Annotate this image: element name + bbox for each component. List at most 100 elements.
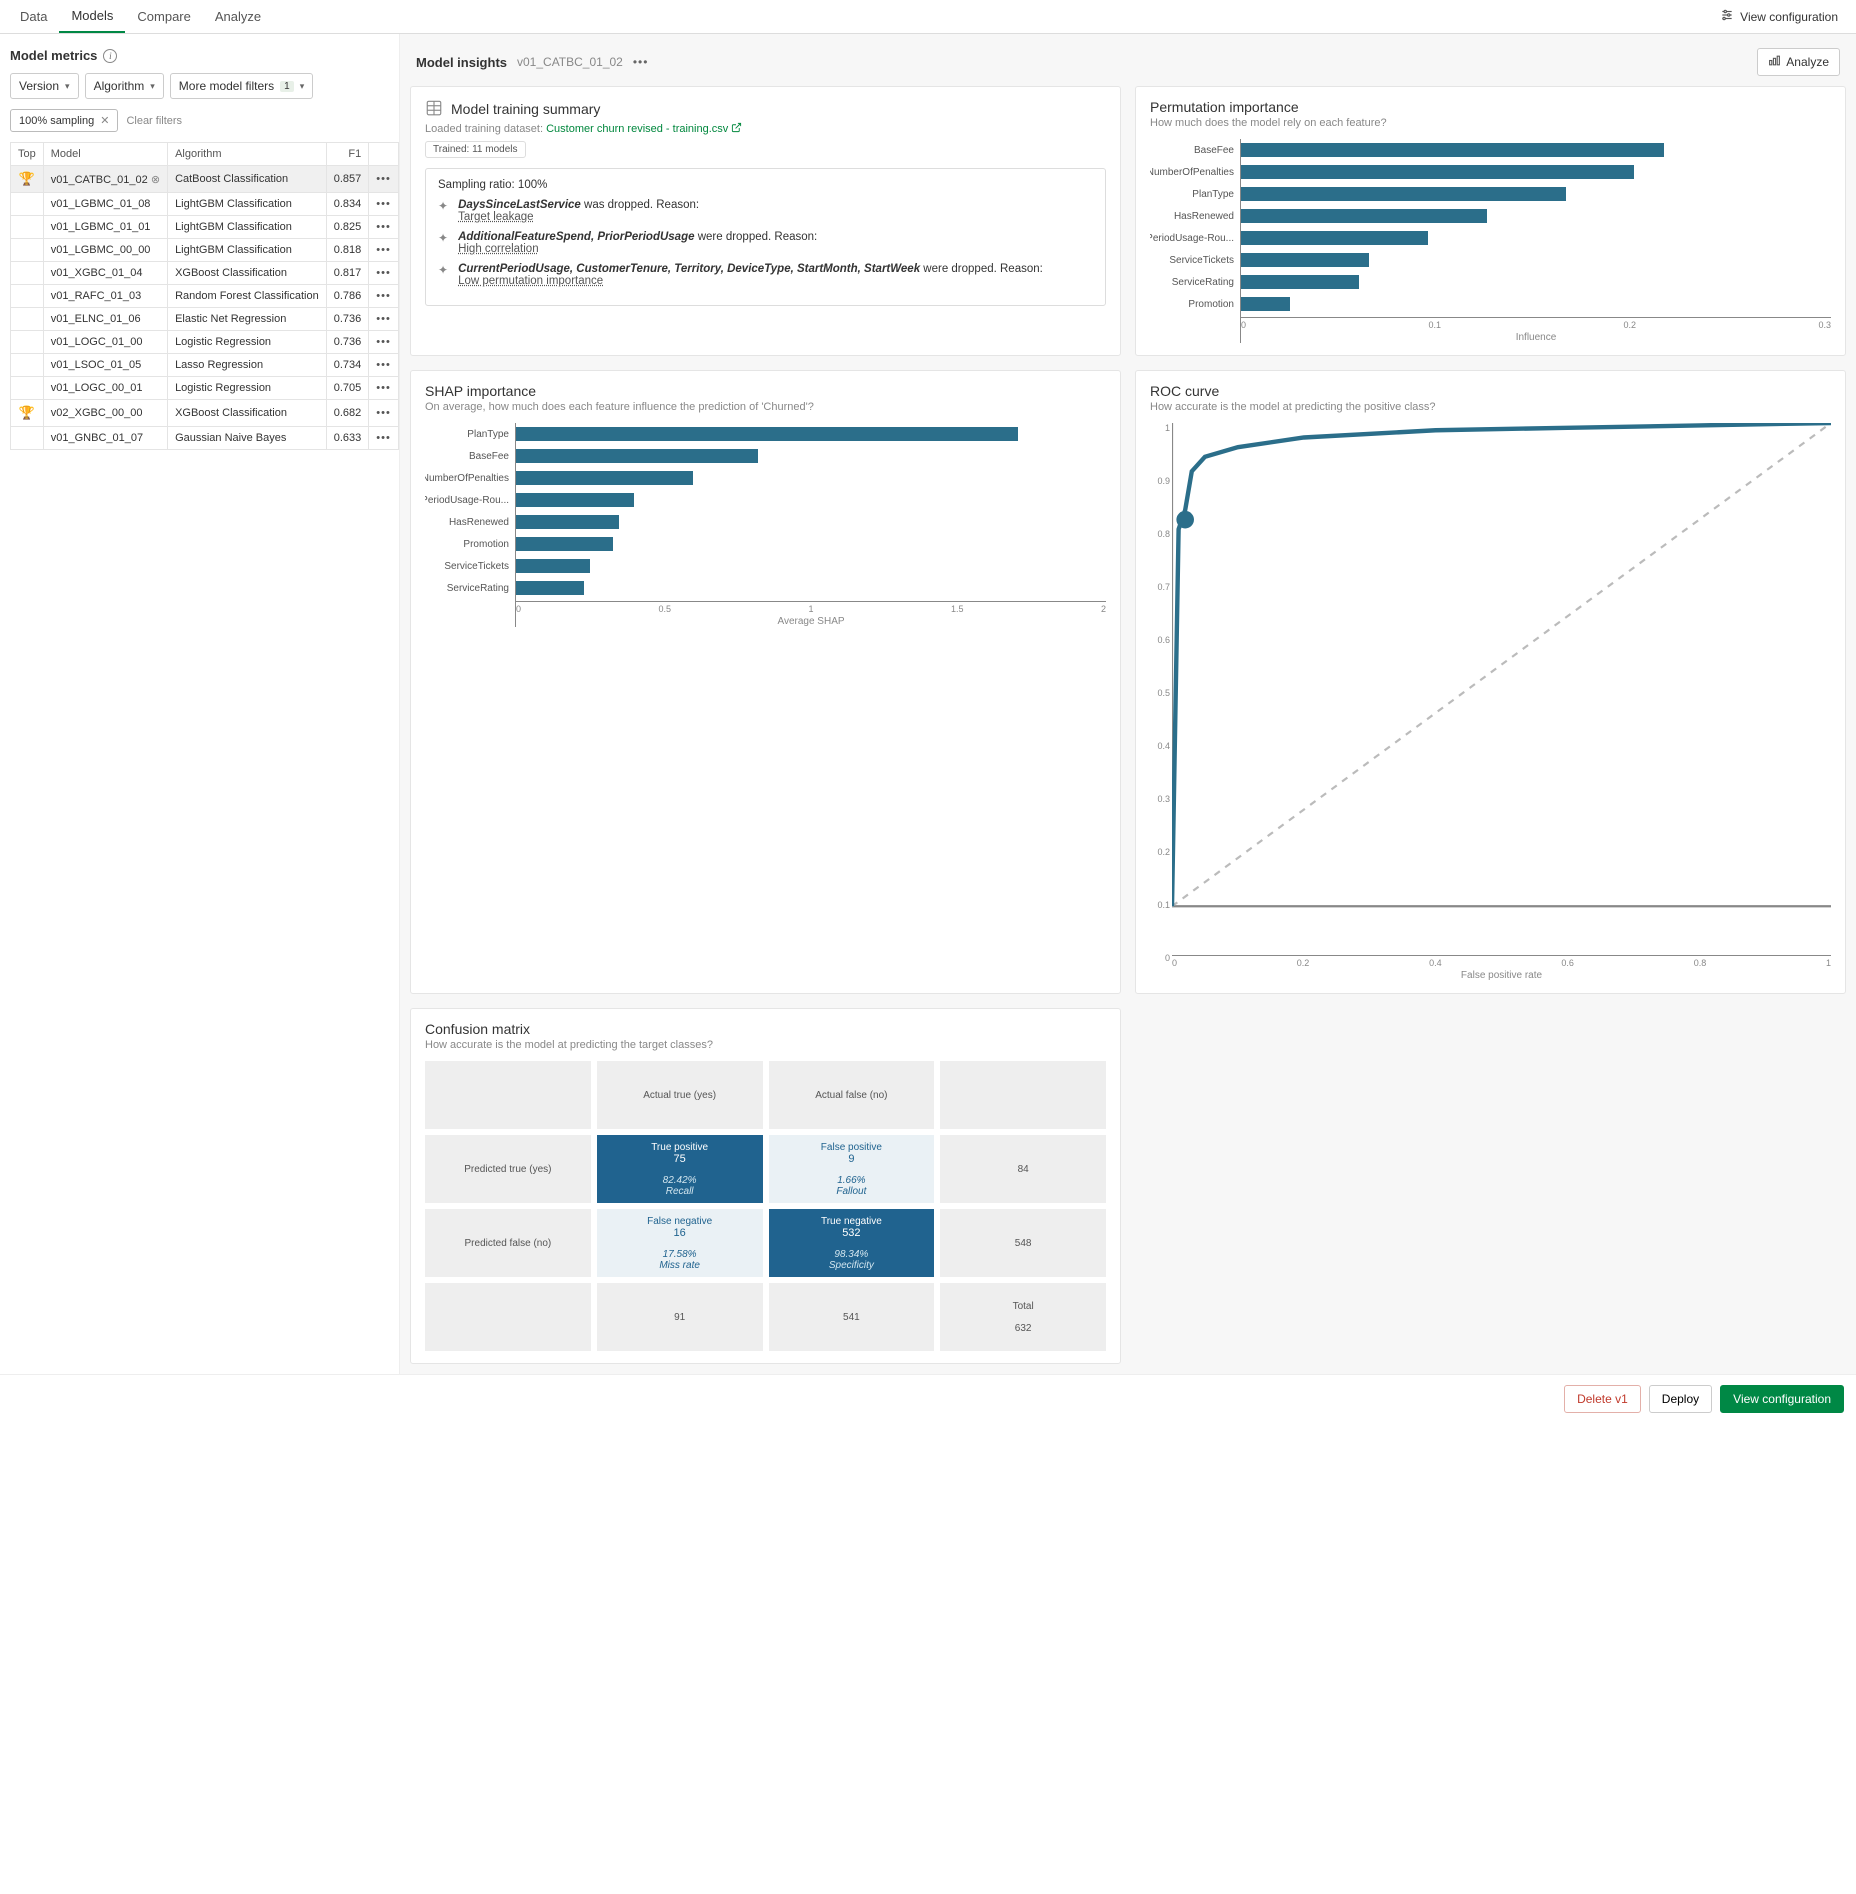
- bar: [516, 515, 619, 529]
- shap-subtitle: On average, how much does each feature i…: [425, 401, 1106, 413]
- algorithm-name: LightGBM Classification: [168, 216, 327, 239]
- bar: [1241, 275, 1359, 289]
- bar-label: Promotion: [425, 533, 515, 555]
- chevron-down-icon: ▾: [65, 81, 70, 92]
- model-name: v02_XGBC_00_00: [43, 400, 167, 427]
- model-name: v01_LGBMC_01_01: [43, 216, 167, 239]
- f1-value: 0.705: [326, 377, 369, 400]
- bar: [516, 559, 590, 573]
- row-menu[interactable]: •••: [369, 354, 399, 377]
- more-filters[interactable]: More model filters 1 ▾: [170, 73, 313, 99]
- roc-chart: [1172, 423, 1831, 950]
- row-menu[interactable]: •••: [369, 216, 399, 239]
- row-menu[interactable]: •••: [369, 239, 399, 262]
- info-icon[interactable]: i: [103, 49, 117, 63]
- table-row[interactable]: v01_RAFC_01_03 Random Forest Classificat…: [11, 285, 399, 308]
- bar: [1241, 297, 1290, 311]
- table-row[interactable]: v01_LGBMC_01_08 LightGBM Classification …: [11, 193, 399, 216]
- cm-row-true-total: 84: [940, 1135, 1106, 1203]
- permutation-title: Permutation importance: [1150, 99, 1831, 115]
- row-menu[interactable]: •••: [369, 308, 399, 331]
- cm-subtitle: How accurate is the model at predicting …: [425, 1039, 1106, 1051]
- algorithm-name: Lasso Regression: [168, 354, 327, 377]
- f1-value: 0.857: [326, 166, 369, 193]
- table-row[interactable]: v01_GNBC_01_07 Gaussian Naive Bayes 0.63…: [11, 427, 399, 450]
- f1-value: 0.736: [326, 331, 369, 354]
- table-row[interactable]: 🏆 v02_XGBC_00_00 XGBoost Classification …: [11, 400, 399, 427]
- bar-label: PriorPeriodUsage-Rou...: [1150, 227, 1240, 249]
- row-menu[interactable]: •••: [369, 427, 399, 450]
- confusion-matrix: Actual true (yes) Actual false (no) Pred…: [425, 1061, 1106, 1351]
- algorithm-filter-label: Algorithm: [94, 79, 145, 93]
- row-menu[interactable]: •••: [369, 331, 399, 354]
- model-insights-panel: Model insights v01_CATBC_01_02 ••• Analy…: [400, 34, 1856, 1374]
- sampling-chip[interactable]: 100% sampling ✕: [10, 109, 118, 132]
- table-row[interactable]: v01_LOGC_00_01 Logistic Regression 0.705…: [11, 377, 399, 400]
- table-row[interactable]: 🏆 v01_CATBC_01_02 ⊗ CatBoost Classificat…: [11, 166, 399, 193]
- cm-true-positive: True positive75 82.42%Recall: [597, 1135, 763, 1203]
- table-row[interactable]: v01_ELNC_01_06 Elastic Net Regression 0.…: [11, 308, 399, 331]
- model-name: v01_GNBC_01_07: [43, 427, 167, 450]
- col-model[interactable]: Model: [43, 143, 167, 166]
- roc-card: ROC curve How accurate is the model at p…: [1135, 370, 1846, 994]
- cm-pred-true-header: Predicted true (yes): [425, 1135, 591, 1203]
- cm-pred-false-header: Predicted false (no): [425, 1209, 591, 1277]
- version-filter[interactable]: Version ▾: [10, 73, 79, 99]
- clear-filters[interactable]: Clear filters: [126, 115, 182, 127]
- bar: [1241, 187, 1566, 201]
- algorithm-name: Gaussian Naive Bayes: [168, 427, 327, 450]
- f1-value: 0.825: [326, 216, 369, 239]
- row-menu[interactable]: •••: [369, 285, 399, 308]
- permutation-chart: BaseFeeNumberOfPenaltiesPlanTypeHasRenew…: [1150, 139, 1831, 343]
- row-menu[interactable]: •••: [369, 193, 399, 216]
- bar-label: NumberOfPenalties: [425, 467, 515, 489]
- algorithm-filter[interactable]: Algorithm ▾: [85, 73, 164, 99]
- view-configuration-link[interactable]: View configuration: [1720, 8, 1848, 25]
- analyze-button[interactable]: Analyze: [1757, 48, 1840, 76]
- table-row[interactable]: v01_LSOC_01_05 Lasso Regression 0.734 ••…: [11, 354, 399, 377]
- table-row[interactable]: v01_XGBC_01_04 XGBoost Classification 0.…: [11, 262, 399, 285]
- delete-button[interactable]: Delete v1: [1564, 1385, 1641, 1413]
- model-name: v01_RAFC_01_03: [43, 285, 167, 308]
- table-row[interactable]: v01_LGBMC_00_00 LightGBM Classification …: [11, 239, 399, 262]
- bar: [516, 581, 584, 595]
- col-algorithm[interactable]: Algorithm: [168, 143, 327, 166]
- close-icon[interactable]: ✕: [100, 114, 109, 127]
- tab-data[interactable]: Data: [8, 1, 59, 32]
- training-summary-card: Model training summary Loaded training d…: [410, 86, 1121, 356]
- col-top[interactable]: Top: [11, 143, 44, 166]
- bar-label: BaseFee: [1150, 139, 1240, 161]
- tab-analyze[interactable]: Analyze: [203, 1, 273, 32]
- more-icon[interactable]: •••: [633, 55, 649, 69]
- permutation-subtitle: How much does the model rely on each fea…: [1150, 117, 1831, 129]
- sparkle-icon: ✦: [438, 263, 448, 287]
- cm-false-negative: False negative16 17.58%Miss rate: [597, 1209, 763, 1277]
- row-menu[interactable]: •••: [369, 400, 399, 427]
- pin-icon: ⊗: [151, 174, 160, 186]
- bar-label: HasRenewed: [425, 511, 515, 533]
- bar: [516, 493, 634, 507]
- row-menu[interactable]: •••: [369, 166, 399, 193]
- sliders-icon: [1720, 8, 1734, 25]
- row-menu[interactable]: •••: [369, 377, 399, 400]
- view-configuration-button[interactable]: View configuration: [1720, 1385, 1844, 1413]
- algorithm-name: Random Forest Classification: [168, 285, 327, 308]
- version-filter-label: Version: [19, 79, 59, 93]
- cm-blank: [940, 1061, 1106, 1129]
- table-row[interactable]: v01_LGBMC_01_01 LightGBM Classification …: [11, 216, 399, 239]
- model-name: v01_LGBMC_01_08: [43, 193, 167, 216]
- col-f1[interactable]: F1: [326, 143, 369, 166]
- dataset-link[interactable]: Customer churn revised - training.csv: [546, 123, 742, 135]
- cm-blank: [425, 1061, 591, 1129]
- deploy-button[interactable]: Deploy: [1649, 1385, 1712, 1413]
- table-row[interactable]: v01_LOGC_01_00 Logistic Regression 0.736…: [11, 331, 399, 354]
- cm-col-false-total: 541: [769, 1283, 935, 1351]
- cm-blank: [425, 1283, 591, 1351]
- roc-xlabel: False positive rate: [1172, 970, 1831, 981]
- row-menu[interactable]: •••: [369, 262, 399, 285]
- dataset-icon: [425, 99, 443, 120]
- tab-models[interactable]: Models: [59, 0, 125, 33]
- trophy-icon: 🏆: [19, 171, 35, 186]
- tab-compare[interactable]: Compare: [125, 1, 202, 32]
- sparkle-icon: ✦: [438, 199, 448, 223]
